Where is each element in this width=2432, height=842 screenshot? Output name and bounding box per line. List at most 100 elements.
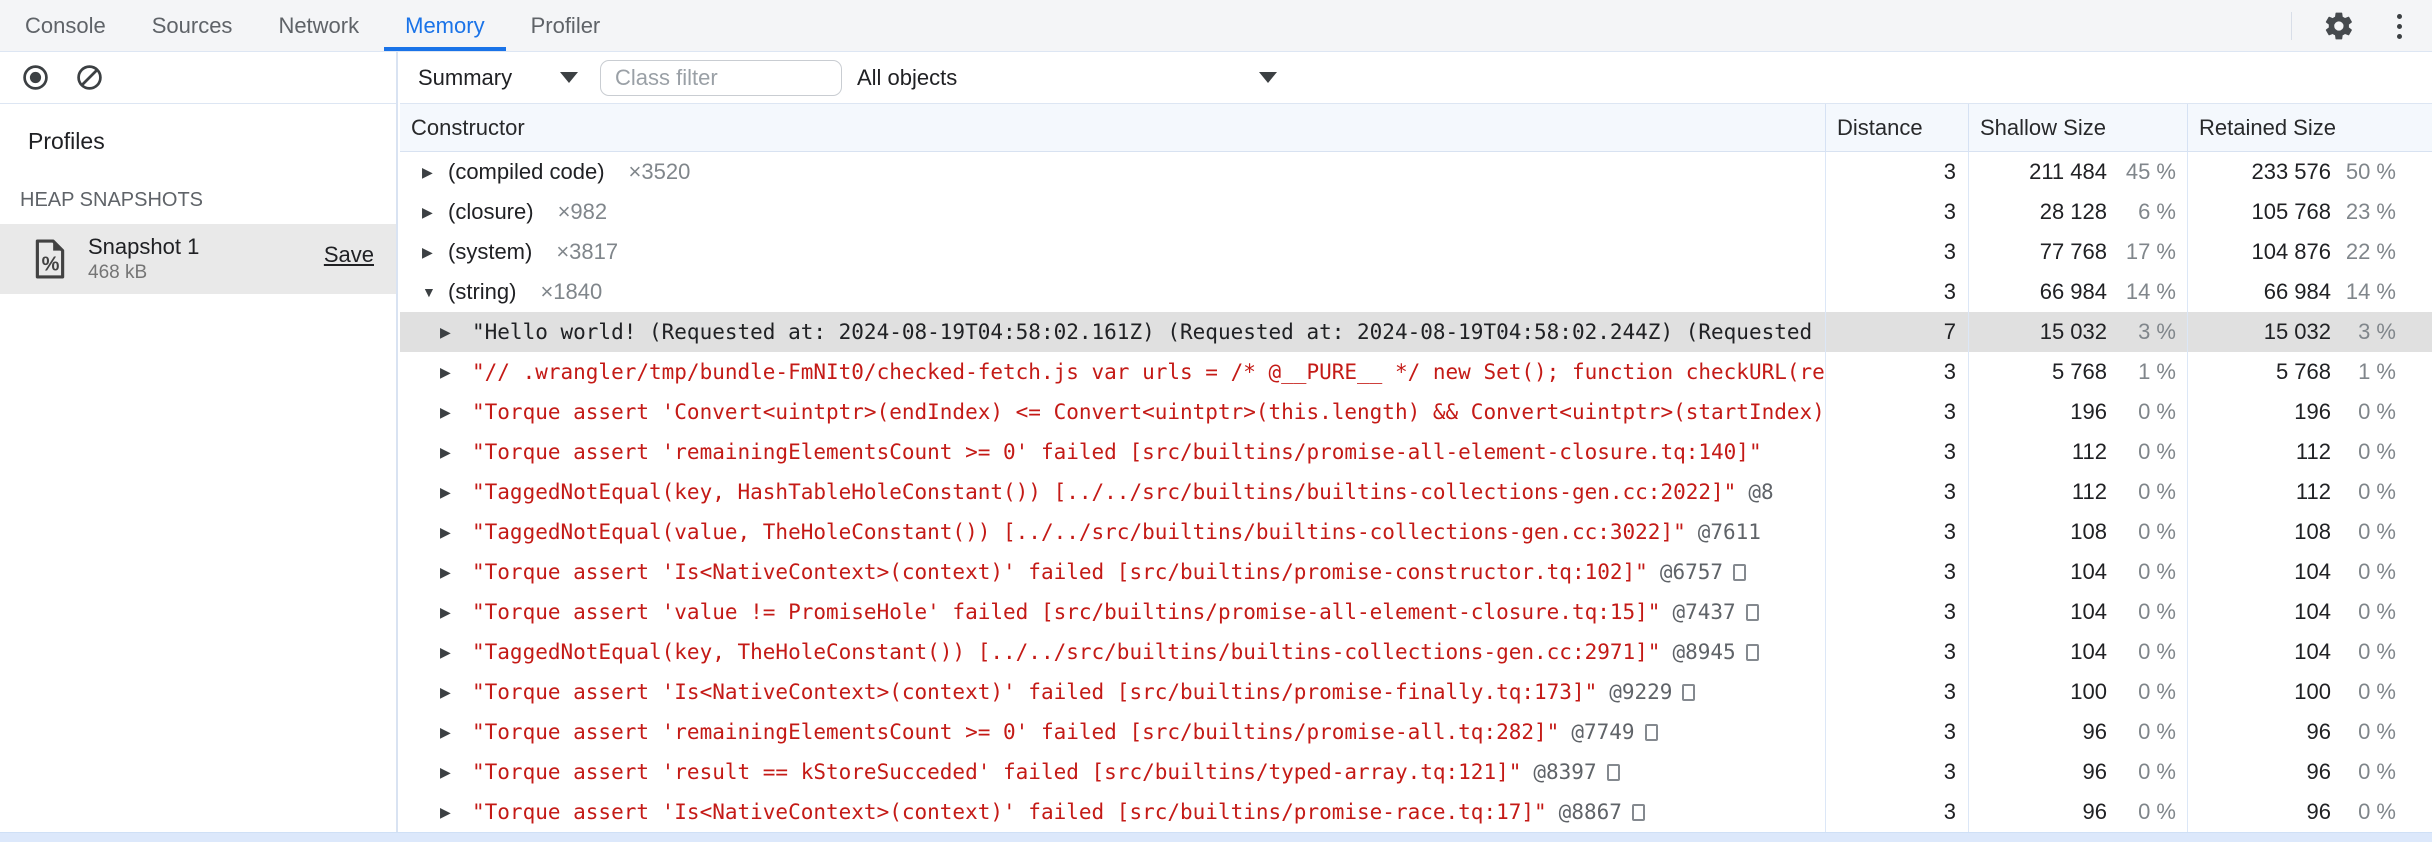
expand-triangle-icon[interactable]: ▶ (440, 404, 466, 421)
column-header-shallow-size[interactable]: Shallow Size (1968, 104, 2187, 152)
expand-triangle-icon[interactable]: ▶ (440, 364, 466, 381)
tab-profiler[interactable]: Profiler (508, 0, 624, 51)
expand-triangle-icon[interactable]: ▶ (422, 204, 448, 221)
tab-sources[interactable]: Sources (129, 0, 256, 51)
settings-gear-icon[interactable] (2322, 9, 2356, 43)
table-row[interactable]: ▶ (closure) ×982 3 28 128 6 % 105 768 23 % (400, 192, 2432, 232)
expand-triangle-icon[interactable]: ▶ (440, 604, 466, 621)
table-row[interactable]: ▼ (string) ×1840 3 66 984 14 % 66 984 14 % (400, 272, 2432, 312)
expand-triangle-icon[interactable]: ▶ (440, 444, 466, 461)
table-row[interactable]: ▶ "Torque assert 'Is<NativeContext>(conte… (400, 792, 2432, 832)
class-filter-input[interactable] (600, 59, 842, 96)
table-row[interactable]: ▶ (system) ×3817 3 77 768 17 % 104 876 22 % (400, 232, 2432, 272)
expand-triangle-icon[interactable]: ▶ (440, 644, 466, 661)
constructor-cell: ▶ "Torque assert 'Is<NativeContext>(conte… (400, 672, 1825, 712)
shallow-size-value: 77 768 (2039, 239, 2107, 264)
expand-triangle-icon[interactable]: ▶ (440, 324, 466, 341)
shallow-size-value: 211 484 (2029, 159, 2107, 184)
shallow-size-percent: 0 % (2138, 519, 2176, 544)
table-row[interactable]: ▶ "Torque assert 'Is<NativeContext>(conte… (400, 552, 2432, 592)
distance-value: 3 (1825, 272, 1968, 312)
retained-size-cell: 96 0 % (2187, 792, 2432, 832)
object-box-icon[interactable] (1733, 563, 1747, 581)
sidebar-item-snapshot-1[interactable]: % Snapshot 1 468 kB Save (0, 224, 396, 294)
table-row[interactable]: ▶ (compiled code) ×3520 3 211 484 45 % 233 576… (400, 152, 2432, 192)
constructor-cell: ▶ "TaggedNotEqual(value, TheHoleConstant(… (400, 512, 1825, 552)
perspective-select-value: Summary (418, 64, 513, 90)
table-row[interactable]: ▶ "Torque assert 'Is<NativeContext>(conte… (400, 672, 2432, 712)
expand-triangle-icon[interactable]: ▶ (440, 724, 466, 741)
chevron-down-icon (1259, 72, 1277, 83)
profiles-heading: Profiles (28, 128, 105, 154)
constructor-cell: ▶ "Torque assert 'remainingElementsCount … (400, 432, 1825, 472)
object-box-icon[interactable] (1745, 643, 1759, 661)
retained-size-value: 104 (2294, 639, 2331, 664)
constructor-cell: ▶ "// .wrangler/tmp/bundle-FmNIt0/checked… (400, 352, 1825, 392)
table-row[interactable]: ▶ "Torque assert 'value != PromiseHole' f… (400, 592, 2432, 632)
heap-table-body: ▶ (compiled code) ×3520 3 211 484 45 % 233 576… (400, 152, 2432, 832)
shallow-size-percent: 1 % (2138, 359, 2176, 384)
table-row[interactable]: ▶ "Hello world! (Requested at: 2024-08-19… (400, 312, 2432, 352)
sidebar-toolbar (0, 52, 396, 104)
constructor-cell: ▶ "Torque assert 'Is<NativeContext>(conte… (400, 552, 1825, 592)
drawer-edge (0, 832, 2432, 842)
table-row[interactable]: ▶ "Torque assert 'remainingElementsCount … (400, 432, 2432, 472)
record-heap-snapshot-icon[interactable] (18, 61, 52, 95)
clear-profiles-icon[interactable] (72, 61, 106, 95)
table-row[interactable]: ▶ "TaggedNotEqual(key, TheHoleConstant())… (400, 632, 2432, 672)
table-row[interactable]: ▶ "Torque assert 'remainingElementsCount … (400, 712, 2432, 752)
expand-triangle-icon[interactable]: ▶ (440, 524, 466, 541)
column-header-constructor[interactable]: Constructor (400, 104, 1825, 152)
object-box-icon[interactable] (1644, 723, 1658, 741)
table-row[interactable]: ▶ "TaggedNotEqual(value, TheHoleConstant(… (400, 512, 2432, 552)
retained-size-cell: 104 876 22 % (2187, 232, 2432, 272)
table-row[interactable]: ▶ "TaggedNotEqual(key, HashTableHoleConst… (400, 472, 2432, 512)
retained-size-percent: 0 % (2358, 599, 2396, 624)
object-box-icon[interactable] (1631, 803, 1645, 821)
constructor-name: "Torque assert 'Is<NativeContext>(contex… (472, 680, 1598, 704)
distance-value: 3 (1825, 712, 1968, 752)
retained-size-percent: 0 % (2358, 679, 2396, 704)
object-scope-select[interactable]: All objects (857, 65, 1277, 91)
shallow-size-cell: 112 0 % (1968, 432, 2187, 472)
instance-count: ×982 (557, 199, 608, 224)
perspective-select[interactable]: Summary (418, 65, 578, 91)
retained-size-value: 105 768 (2251, 199, 2331, 224)
tab-console[interactable]: Console (2, 0, 129, 51)
constructor-cell: ▶ "TaggedNotEqual(key, HashTableHoleConst… (400, 472, 1825, 512)
column-header-distance[interactable]: Distance (1825, 104, 1968, 152)
expand-triangle-icon[interactable]: ▶ (440, 764, 466, 781)
object-id: @8867 (1558, 800, 1622, 824)
retained-size-cell: 112 0 % (2187, 472, 2432, 512)
constructor-name: "TaggedNotEqual(key, HashTableHoleConsta… (472, 480, 1737, 504)
table-row[interactable]: ▶ "Torque assert 'result == kStoreSuccede… (400, 752, 2432, 792)
object-scope-value: All objects (857, 64, 958, 90)
save-snapshot-link[interactable]: Save (324, 242, 374, 268)
expand-triangle-icon[interactable]: ▶ (422, 244, 448, 261)
shallow-size-cell: 196 0 % (1968, 392, 2187, 432)
expand-triangle-icon[interactable]: ▶ (440, 684, 466, 701)
object-box-icon[interactable] (1745, 603, 1759, 621)
table-row[interactable]: ▶ "Torque assert 'Convert<uintptr>(endInd… (400, 392, 2432, 432)
object-box-icon[interactable] (1606, 763, 1620, 781)
object-id: @8 (1748, 480, 1774, 504)
collapse-triangle-icon[interactable]: ▼ (422, 284, 448, 300)
object-box-icon[interactable] (1682, 683, 1696, 701)
retained-size-cell: 104 0 % (2187, 592, 2432, 632)
expand-triangle-icon[interactable]: ▶ (440, 484, 466, 501)
expand-triangle-icon[interactable]: ▶ (422, 164, 448, 181)
shallow-size-value: 104 (2070, 559, 2107, 584)
tab-network[interactable]: Network (255, 0, 382, 51)
column-header-retained-size[interactable]: Retained Size (2187, 104, 2432, 152)
retained-size-percent: 22 % (2345, 239, 2396, 264)
table-row[interactable]: ▶ "// .wrangler/tmp/bundle-FmNIt0/checked… (400, 352, 2432, 392)
expand-triangle-icon[interactable]: ▶ (440, 564, 466, 581)
retained-size-value: 100 (2294, 679, 2331, 704)
constructor-cell: ▶ (system) ×3817 (400, 232, 1825, 272)
more-options-kebab-icon[interactable] (2382, 9, 2416, 43)
retained-size-cell: 96 0 % (2187, 752, 2432, 792)
expand-triangle-icon[interactable]: ▶ (440, 804, 466, 821)
tab-memory[interactable]: Memory (382, 0, 507, 51)
constructor-name: "TaggedNotEqual(value, TheHoleConstant()… (472, 520, 1686, 544)
constructor-cell: ▼ (string) ×1840 (400, 272, 1825, 312)
